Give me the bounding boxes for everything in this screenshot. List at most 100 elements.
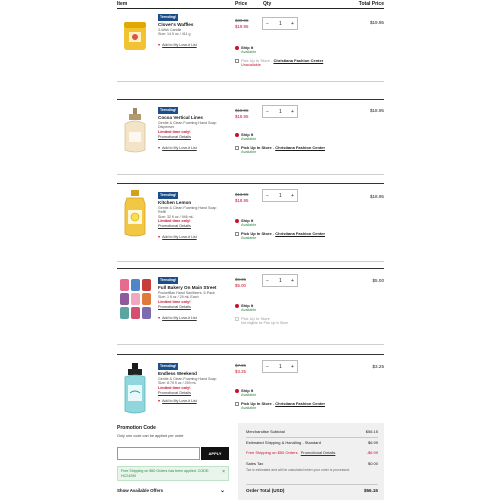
line-total: $18.95 — [369, 194, 384, 199]
sale-price: $18.95 — [235, 198, 249, 203]
line-total: $3.25 — [372, 364, 385, 369]
promotional-details-link[interactable]: Promotional Details — [158, 224, 238, 229]
apply-button[interactable]: APPLY — [201, 447, 229, 460]
qty-value[interactable]: 1 — [279, 278, 282, 284]
line-total: $19.95 — [369, 20, 384, 25]
tax-note: Tax is estimated and will be calculated … — [246, 468, 350, 472]
radio-empty-icon[interactable] — [235, 145, 239, 150]
heart-icon: ♥ — [158, 235, 161, 240]
add-to-love-it-list-link[interactable]: ♥ Add to My Love-it List — [158, 146, 238, 151]
cart-table-header: Item Price Qty Total Price — [117, 0, 384, 9]
heart-icon: ♥ — [158, 316, 161, 321]
shipping-row: Estimated Shipping & Handling - Standard… — [246, 440, 378, 445]
product-image-soap-dispenser[interactable] — [119, 108, 151, 154]
radio-selected-icon[interactable] — [235, 388, 239, 393]
product-image-endless-weekend-soap[interactable] — [119, 363, 151, 415]
qty-increase-button[interactable]: + — [291, 193, 294, 199]
show-available-offers-toggle[interactable]: Show Available Offers ⌄ — [117, 488, 229, 494]
qty-value[interactable]: 1 — [279, 193, 282, 199]
cart-item-row: Trending! Full Bakery On Main Street Poc… — [117, 268, 385, 345]
add-to-love-it-list-link[interactable]: ♥ Add to My Love-it List — [158, 235, 238, 240]
line-total: $18.95 — [369, 108, 384, 113]
order-total-row: Order Total (USD) $56.15 — [246, 488, 378, 493]
promotion-code-subtitle: Only one code can be applied per order — [117, 434, 184, 438]
header-item: Item — [117, 1, 128, 7]
qty-increase-button[interactable]: + — [291, 109, 294, 115]
qty-value[interactable]: 1 — [279, 364, 282, 370]
cart-item-row: Trending! Kitchen Lemon Gentle & Clean F… — [117, 183, 384, 262]
qty-decrease-button[interactable]: − — [266, 364, 269, 370]
order-summary: Merchandise Subtotal $56.15 Estimated Sh… — [238, 423, 384, 500]
radio-selected-icon[interactable] — [235, 132, 239, 137]
qty-decrease-button[interactable]: − — [266, 278, 269, 284]
add-to-love-it-list-link[interactable]: ♥ Add to My Love-it List — [158, 399, 238, 404]
pickup-status: Available — [241, 236, 257, 240]
product-image-sanitizer-pack[interactable] — [119, 277, 151, 321]
promotional-details-link[interactable]: Promotional Details — [158, 305, 238, 310]
header-price: Price — [235, 1, 248, 7]
ship-status: Available — [241, 137, 257, 141]
ship-status: Available — [241, 308, 257, 312]
order-total-value: $56.15 — [363, 488, 378, 493]
trending-badge: Trending! — [158, 107, 179, 114]
cart-item-row: Trending! Clover's Waffles 3-Wick Candle… — [117, 10, 384, 82]
radio-empty-icon[interactable] — [235, 401, 239, 406]
quantity-stepper: − 1 + — [262, 360, 298, 373]
promotional-details-link[interactable]: Promotional Details — [301, 450, 336, 455]
qty-value[interactable]: 1 — [279, 21, 282, 27]
qty-increase-button[interactable]: + — [291, 21, 294, 27]
ship-status: Available — [241, 50, 257, 54]
qty-increase-button[interactable]: + — [291, 278, 294, 284]
promotional-details-link[interactable]: Promotional Details — [158, 135, 238, 140]
radio-disabled-icon — [235, 316, 239, 321]
qty-decrease-button[interactable]: − — [266, 21, 269, 27]
qty-decrease-button[interactable]: − — [266, 193, 269, 199]
promotional-details-link[interactable]: Promotional Details — [158, 391, 238, 396]
add-to-love-it-list-link[interactable]: ♥ Add to My Love-it List — [158, 316, 238, 321]
subtotal-value: $56.15 — [365, 429, 378, 434]
product-size: Size: 14.5 oz / 411 g — [158, 32, 191, 37]
shipping-value: $6.99 — [367, 440, 378, 445]
quantity-stepper: − 1 + — [262, 274, 298, 287]
radio-selected-icon[interactable] — [235, 303, 239, 308]
product-image-candle[interactable] — [119, 18, 151, 54]
qty-value[interactable]: 1 — [279, 109, 282, 115]
add-to-love-it-list-link[interactable]: ♥ Add to My Love-it List — [158, 43, 238, 48]
heart-icon: ♥ — [158, 399, 161, 404]
radio-empty-icon[interactable] — [235, 231, 239, 236]
quantity-stepper: − 1 + — [262, 189, 298, 202]
promo-applied-message: Free Shipping on $50 Orders has been app… — [117, 466, 229, 481]
ship-status: Available — [241, 393, 257, 397]
sale-price: $3.25 — [235, 369, 246, 374]
promotion-code-section: Promotion Code Only one code can be appl… — [117, 425, 229, 494]
cart-item-row: Trending! Endless Weekend Gentle & Clean… — [117, 354, 385, 421]
quantity-stepper: − 1 + — [262, 105, 298, 118]
subtotal-row: Merchandise Subtotal $56.15 — [246, 429, 378, 434]
pickup-not-eligible-note: Not eligible for Pick Up In Store — [241, 321, 289, 325]
sale-price: $5.00 — [235, 283, 246, 288]
qty-decrease-button[interactable]: − — [266, 109, 269, 115]
radio-selected-icon[interactable] — [235, 218, 239, 223]
header-qty: Qty — [263, 1, 272, 7]
radio-selected-icon[interactable] — [235, 45, 239, 50]
trending-badge: Trending! — [158, 277, 179, 284]
line-total: $5.00 — [372, 278, 385, 283]
radio-empty-icon[interactable] — [235, 58, 239, 63]
heart-icon: ♥ — [158, 42, 161, 47]
free-shipping-value: -$6.99 — [366, 450, 378, 455]
promo-code-input[interactable] — [117, 447, 200, 460]
pickup-status: Unavailable — [241, 63, 261, 67]
cart-item-row: Trending! Cocoa Vertical Lines Gentle & … — [117, 99, 384, 175]
qty-increase-button[interactable]: + — [291, 364, 294, 370]
close-icon[interactable]: × — [222, 470, 225, 475]
product-image-soap-refill[interactable] — [119, 190, 151, 238]
promotion-code-title: Promotion Code — [117, 425, 156, 431]
pickup-status: Available — [241, 150, 257, 154]
pickup-status: Available — [241, 406, 257, 410]
sale-price: $18.95 — [235, 114, 249, 119]
trending-badge: Trending! — [158, 363, 179, 370]
chevron-down-icon: ⌄ — [219, 488, 225, 494]
header-total-price: Total Price — [358, 1, 384, 7]
sale-price: $19.95 — [235, 24, 249, 29]
heart-icon: ♥ — [158, 146, 161, 151]
